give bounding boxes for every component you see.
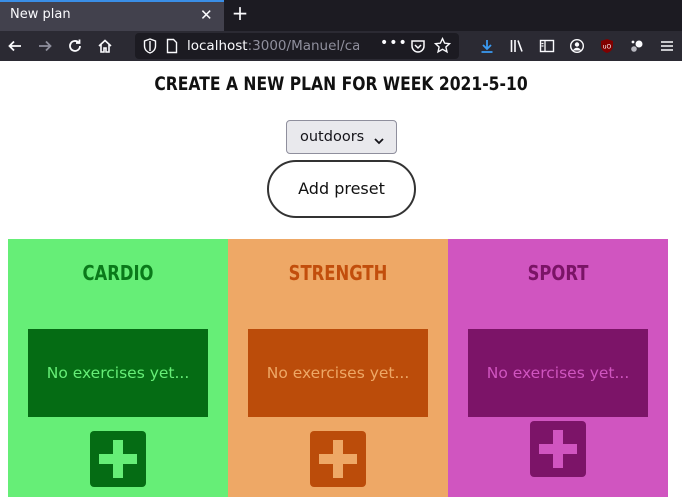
account-icon[interactable] xyxy=(566,35,588,57)
url-text: localhost:3000/Manuel/cale xyxy=(187,38,359,54)
page-content: Create a new plan for week 2021-5-10 out… xyxy=(0,61,682,497)
column-title: Cardio xyxy=(82,261,154,285)
column-title: Strength xyxy=(288,261,388,285)
shield-icon[interactable] xyxy=(143,38,157,58)
url-path: :3000/Manuel/cale xyxy=(247,38,359,54)
category-select[interactable]: outdoors xyxy=(286,120,397,154)
exercise-list: No exercises yet... xyxy=(248,329,428,417)
empty-message: No exercises yet... xyxy=(486,364,630,382)
close-icon[interactable]: ✕ xyxy=(200,6,213,24)
forward-arrow-icon[interactable] xyxy=(34,35,56,57)
new-tab-plus-icon[interactable]: + xyxy=(230,3,250,23)
extensions-icon[interactable] xyxy=(626,35,648,57)
cardio-column: Cardio No exercises yet... xyxy=(8,239,228,497)
empty-message: No exercises yet... xyxy=(266,364,410,382)
home-icon[interactable] xyxy=(94,35,116,57)
plan-columns: Cardio No exercises yet... Strength No e… xyxy=(8,239,668,497)
strength-column: Strength No exercises yet... xyxy=(228,239,448,497)
add-exercise-button[interactable] xyxy=(90,431,146,487)
sidebar-icon[interactable] xyxy=(536,35,558,57)
url-host: localhost xyxy=(187,38,248,54)
pocket-icon[interactable] xyxy=(410,38,426,58)
bookmark-star-icon[interactable] xyxy=(433,36,452,58)
browser-tab-bar: New plan ✕ + xyxy=(0,0,682,31)
address-bar[interactable]: localhost:3000/Manuel/cale ••• xyxy=(135,33,459,59)
chevron-down-icon xyxy=(373,131,385,150)
page-icon[interactable] xyxy=(166,38,178,58)
sport-column: Sport No exercises yet... xyxy=(448,239,668,497)
exercise-list: No exercises yet... xyxy=(28,329,208,417)
select-value: outdoors xyxy=(300,129,365,145)
column-title: Sport xyxy=(527,261,589,285)
exercise-list: No exercises yet... xyxy=(468,329,648,417)
tab-title: New plan xyxy=(10,7,71,22)
download-icon[interactable] xyxy=(476,35,498,57)
back-arrow-icon[interactable] xyxy=(4,35,26,57)
ublock-origin-icon[interactable]: uO xyxy=(596,35,618,57)
page-title: Create a new plan for week 2021-5-10 xyxy=(154,73,528,95)
reload-icon[interactable] xyxy=(64,35,86,57)
add-exercise-button[interactable] xyxy=(530,421,586,477)
empty-message: No exercises yet... xyxy=(46,364,190,382)
svg-text:uO: uO xyxy=(603,44,612,51)
library-icon[interactable] xyxy=(506,35,528,57)
add-preset-button[interactable]: Add preset xyxy=(267,160,416,218)
browser-tab[interactable]: New plan ✕ xyxy=(0,0,224,31)
browser-nav-bar: localhost:3000/Manuel/cale ••• uO xyxy=(0,31,682,61)
add-exercise-button[interactable] xyxy=(310,431,366,487)
menu-icon[interactable] xyxy=(656,35,678,57)
page-actions-icon[interactable]: ••• xyxy=(380,35,408,51)
